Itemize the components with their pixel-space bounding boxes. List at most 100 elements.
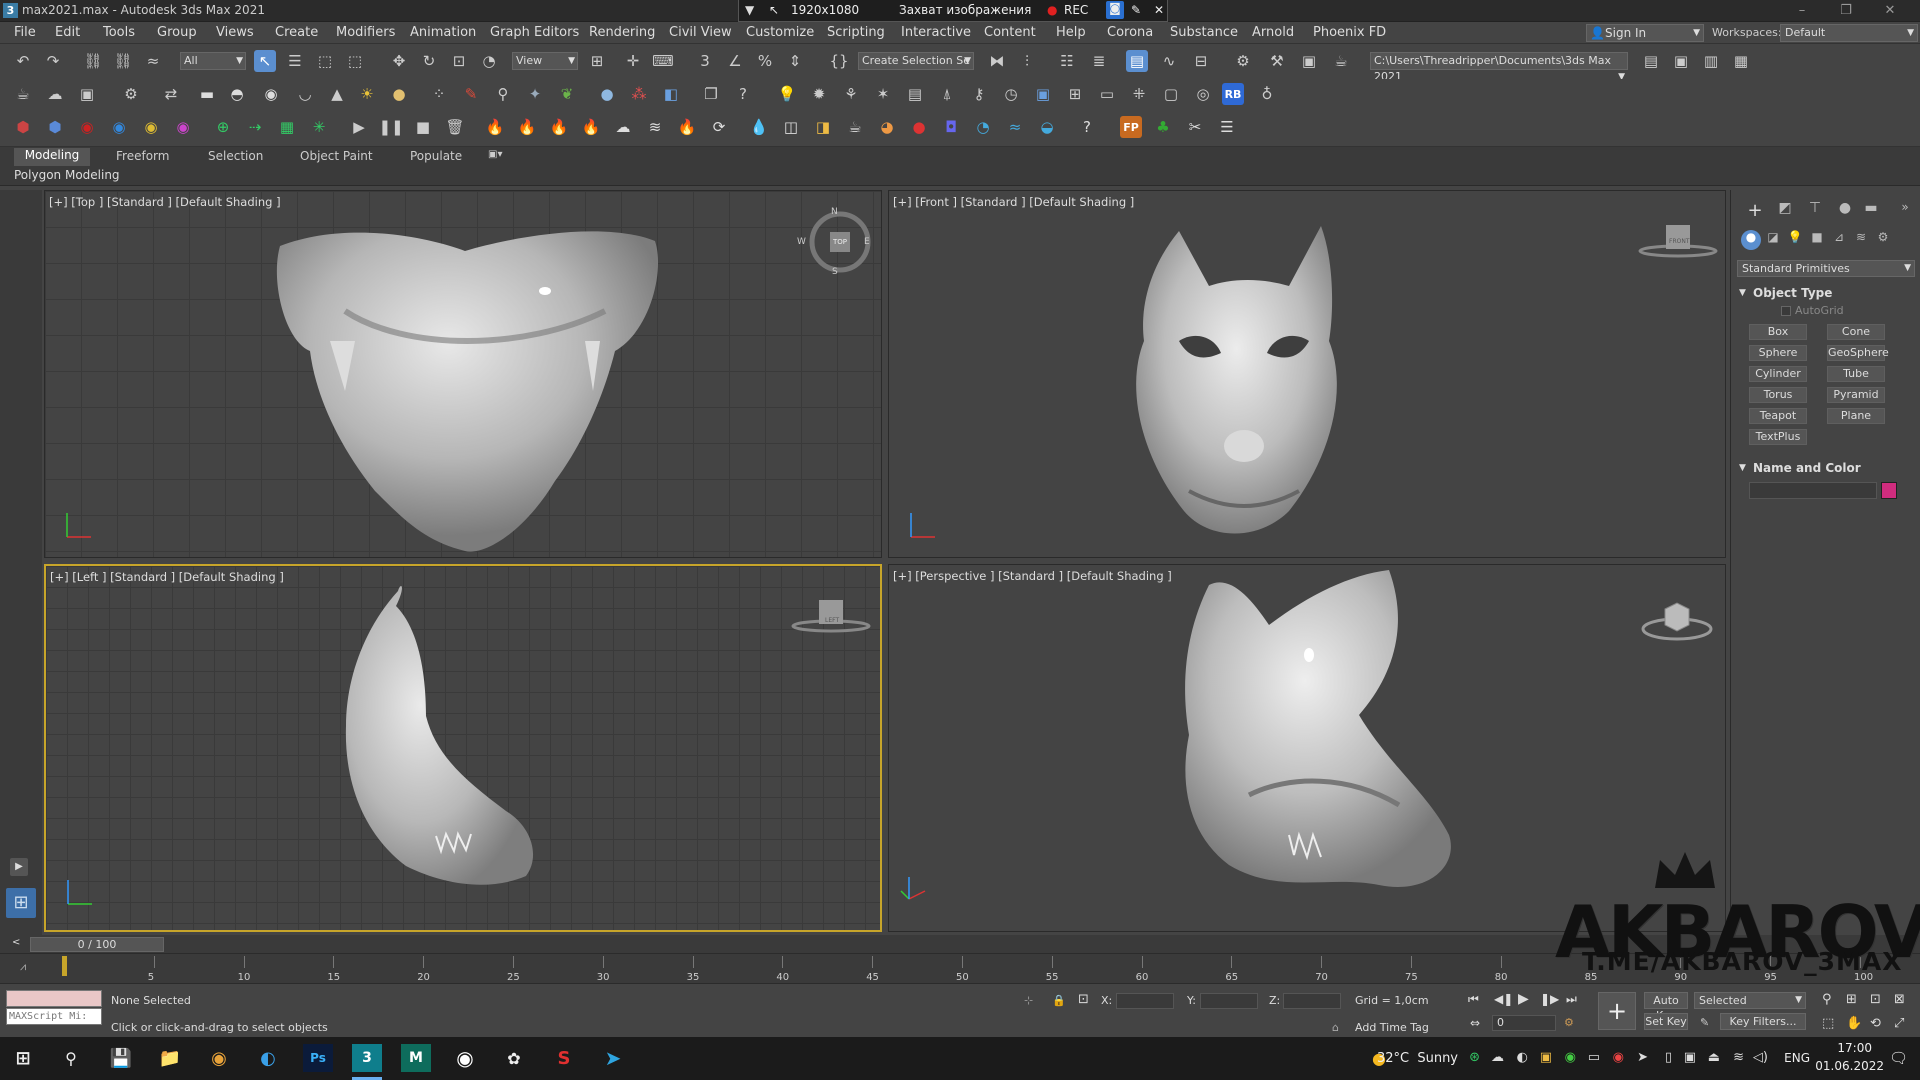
sculpt-app-icon[interactable]: ✿ [499, 1044, 529, 1072]
motion-tab-icon[interactable]: ● [1835, 200, 1855, 220]
interactive-render-icon[interactable]: ⚙ [120, 83, 142, 105]
menu-substance[interactable]: Substance [1170, 25, 1238, 40]
current-frame-marker[interactable] [62, 956, 67, 976]
select-manipulate-icon[interactable]: ✛ [622, 50, 644, 72]
time-config-icon[interactable]: ⚙ [1564, 1016, 1574, 1029]
field-of-view-icon[interactable]: ⬚ [1822, 1016, 1834, 1031]
wind-icon[interactable]: ≋ [644, 116, 666, 138]
close-icon[interactable]: ✕ [1868, 0, 1912, 22]
volume-icon[interactable]: ◁) [1753, 1050, 1768, 1065]
set-key-plus-icon[interactable]: + [1598, 992, 1636, 1030]
shapes-icon[interactable]: ◪ [1763, 230, 1783, 250]
angle-snap-icon[interactable]: ∠ [724, 50, 746, 72]
stop-icon[interactable]: ■ [412, 116, 434, 138]
box-light-icon[interactable]: ▬ [196, 83, 218, 105]
systems-icon[interactable]: ⚙ [1873, 230, 1893, 250]
file-explorer-icon[interactable]: 📁 [155, 1044, 185, 1072]
expand-arrow-icon[interactable]: ▶ [10, 858, 28, 876]
menu-help[interactable]: Help [1056, 25, 1086, 40]
isolate-icon[interactable]: ⊹ [1024, 994, 1033, 1007]
forest-pack-icon[interactable]: FP [1120, 116, 1142, 138]
minimize-icon[interactable]: – [1780, 0, 1824, 22]
render-setup-icon[interactable]: ⚒ [1266, 50, 1288, 72]
y-coordinate-input[interactable] [1200, 993, 1258, 1009]
liquid-icon[interactable]: 💧 [748, 116, 770, 138]
water-circle-icon[interactable]: ◉ [108, 116, 130, 138]
menu-views[interactable]: Views [216, 25, 254, 40]
viewport-front[interactable]: [+] [Front ] [Standard ] [Default Shadin… [888, 190, 1726, 558]
restore-icon[interactable]: ❐ [1824, 0, 1868, 22]
trash-icon[interactable]: 🗑 [444, 116, 466, 138]
add-icon[interactable]: ⊞ [1064, 83, 1086, 105]
menu-scripting[interactable]: Scripting [827, 25, 885, 40]
windows-start-icon[interactable]: ⊞ [8, 1044, 38, 1072]
set-key-button[interactable]: Set Key [1644, 1013, 1688, 1030]
substance-app-icon[interactable]: S [549, 1044, 579, 1072]
tray-monitor-icon[interactable]: ▭ [1588, 1050, 1600, 1065]
rb-icon[interactable]: RB [1222, 83, 1244, 105]
prev-frame-icon[interactable]: < [12, 937, 20, 948]
edit-named-selection-icon[interactable]: {} [828, 50, 850, 72]
plane-button[interactable]: Plane [1827, 408, 1885, 424]
menu-civil-view[interactable]: Civil View [669, 25, 732, 40]
foam-icon[interactable]: ◒ [1036, 116, 1058, 138]
curve-editor-icon[interactable]: ∿ [1158, 50, 1180, 72]
camera-icon[interactable]: ◙ [1106, 1, 1124, 19]
sphere-button[interactable]: Sphere [1749, 345, 1807, 361]
project-layout-icon[interactable]: ▥ [1700, 50, 1722, 72]
sign-in-dropdown[interactable]: 👤 Sign In ▼ [1586, 24, 1704, 42]
textplus-button[interactable]: TextPlus [1749, 429, 1807, 445]
tree-icon[interactable]: ⍋ [936, 83, 958, 105]
layer-explorer-icon[interactable]: ≣ [1088, 50, 1110, 72]
viewport-left[interactable]: [+] [Left ] [Standard ] [Default Shading… [44, 564, 882, 932]
menu-edit[interactable]: Edit [55, 25, 80, 40]
3dsmax-icon[interactable]: 3 [352, 1044, 382, 1072]
select-by-name-icon[interactable]: ☰ [284, 50, 306, 72]
magenta-circle-icon[interactable]: ◉ [172, 116, 194, 138]
tray-send-icon[interactable]: ➤ [1637, 1050, 1648, 1065]
edge-icon[interactable]: ◐ [253, 1044, 283, 1072]
redo-icon[interactable]: ↷ [42, 50, 64, 72]
polygon-modeling-label[interactable]: Polygon Modeling [14, 168, 120, 182]
sun-icon[interactable]: ☀ [356, 83, 378, 105]
display-tab-icon[interactable]: ▬ [1861, 200, 1881, 220]
chevron-down-icon[interactable]: ▼ [745, 3, 754, 17]
spinner-snap-icon[interactable]: ⇕ [784, 50, 806, 72]
rect-selection-icon[interactable]: ⬚ [314, 50, 336, 72]
cube-blue-icon[interactable]: ⬢ [44, 116, 66, 138]
named-selection-set[interactable]: Create Selection Se ▼ [858, 52, 974, 70]
emitter-icon[interactable]: ⚘ [840, 83, 862, 105]
clock-icon[interactable]: ◷ [1000, 83, 1022, 105]
menu-file[interactable]: File [14, 25, 36, 40]
tray-headset-icon[interactable]: ◐ [1517, 1050, 1528, 1065]
copy-icon[interactable]: ❐ [700, 83, 722, 105]
viewport-perspective[interactable]: [+] [Perspective ] [Standard ] [Default … [888, 564, 1726, 932]
mirror-icon[interactable]: ⧓ [986, 50, 1008, 72]
project-settings-icon[interactable]: ▦ [1730, 50, 1752, 72]
point-icon[interactable]: ✹ [808, 83, 830, 105]
tools-icon[interactable]: ✂ [1184, 116, 1206, 138]
capture-resolution[interactable]: 1920x1080 [791, 3, 859, 17]
ribbon-toggle-icon[interactable]: ▤ [1126, 50, 1148, 72]
workspace-select[interactable]: Default ▼ [1780, 24, 1918, 42]
app-logo-icon[interactable]: 3 [3, 3, 18, 18]
language-indicator[interactable]: ENG [1784, 1051, 1810, 1065]
spacewarps-icon[interactable]: ≋ [1851, 230, 1871, 250]
wifi-icon[interactable]: ≋ [1733, 1050, 1744, 1065]
schematic-view-icon[interactable]: ⊟ [1190, 50, 1212, 72]
rec-label[interactable]: REC [1064, 3, 1088, 17]
time-slider[interactable]: 0 / 100 [30, 937, 164, 952]
help-circle-icon[interactable]: ? [732, 83, 754, 105]
pause-icon[interactable]: ❚❚ [378, 116, 403, 138]
geosphere-button[interactable]: GeoSphere [1827, 345, 1889, 361]
x-coordinate-input[interactable] [1116, 993, 1174, 1009]
placement-icon[interactable]: ◔ [478, 50, 500, 72]
key-icon[interactable]: ⚷ [968, 83, 990, 105]
goto-end-icon[interactable]: ⏭ [1566, 992, 1577, 1007]
play-icon[interactable]: ▶ [348, 116, 370, 138]
eye-icon[interactable]: ◎ [1192, 83, 1214, 105]
menu-customize[interactable]: Customize [746, 25, 814, 40]
menu-content[interactable]: Content [984, 25, 1036, 40]
object-color-swatch[interactable] [1881, 482, 1897, 499]
link-icon[interactable]: ⛓ [82, 50, 104, 72]
